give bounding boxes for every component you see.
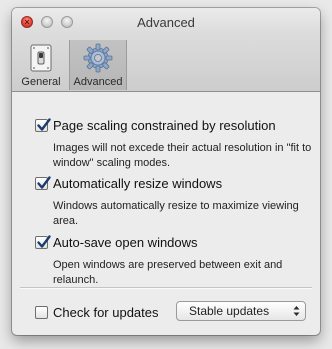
preferences-window: × Advanced General Advanced Page scaling… [12, 8, 320, 335]
auto-resize-label[interactable]: Automatically resize windows [53, 176, 222, 191]
auto-save-description: Open windows are preserved between exit … [53, 259, 283, 286]
update-channel-dropdown[interactable]: Stable updates [176, 301, 306, 321]
page-scaling-label[interactable]: Page scaling constrained by resolution [53, 118, 276, 133]
check-updates-label[interactable]: Check for updates [53, 305, 159, 320]
checkmark-icon [37, 176, 51, 189]
gear-icon [82, 42, 114, 74]
checkmark-icon [37, 118, 51, 131]
title-bar: × Advanced General Advanced [12, 8, 320, 92]
checkmark-icon [37, 235, 51, 248]
tab-general-label: General [21, 76, 61, 88]
window-title: Advanced [137, 15, 195, 30]
chevron-up-down-icon [293, 305, 300, 320]
page-scaling-checkbox[interactable] [35, 118, 51, 132]
auto-save-label[interactable]: Auto-save open windows [53, 235, 198, 250]
tab-general[interactable]: General [16, 40, 66, 90]
general-switch-icon [25, 42, 57, 74]
preferences-content: Page scaling constrained by resolution I… [12, 92, 320, 335]
tab-advanced[interactable]: Advanced [69, 40, 127, 90]
separator [20, 287, 312, 289]
auto-resize-checkbox[interactable] [35, 176, 51, 190]
check-updates-checkbox[interactable] [35, 306, 48, 319]
page-scaling-description: Images will not excede their actual reso… [53, 142, 312, 169]
auto-resize-description: Windows automatically resize to maximize… [53, 200, 299, 227]
auto-save-checkbox[interactable] [35, 235, 51, 249]
tab-advanced-label: Advanced [73, 76, 123, 88]
update-channel-value: Stable updates [189, 304, 270, 318]
